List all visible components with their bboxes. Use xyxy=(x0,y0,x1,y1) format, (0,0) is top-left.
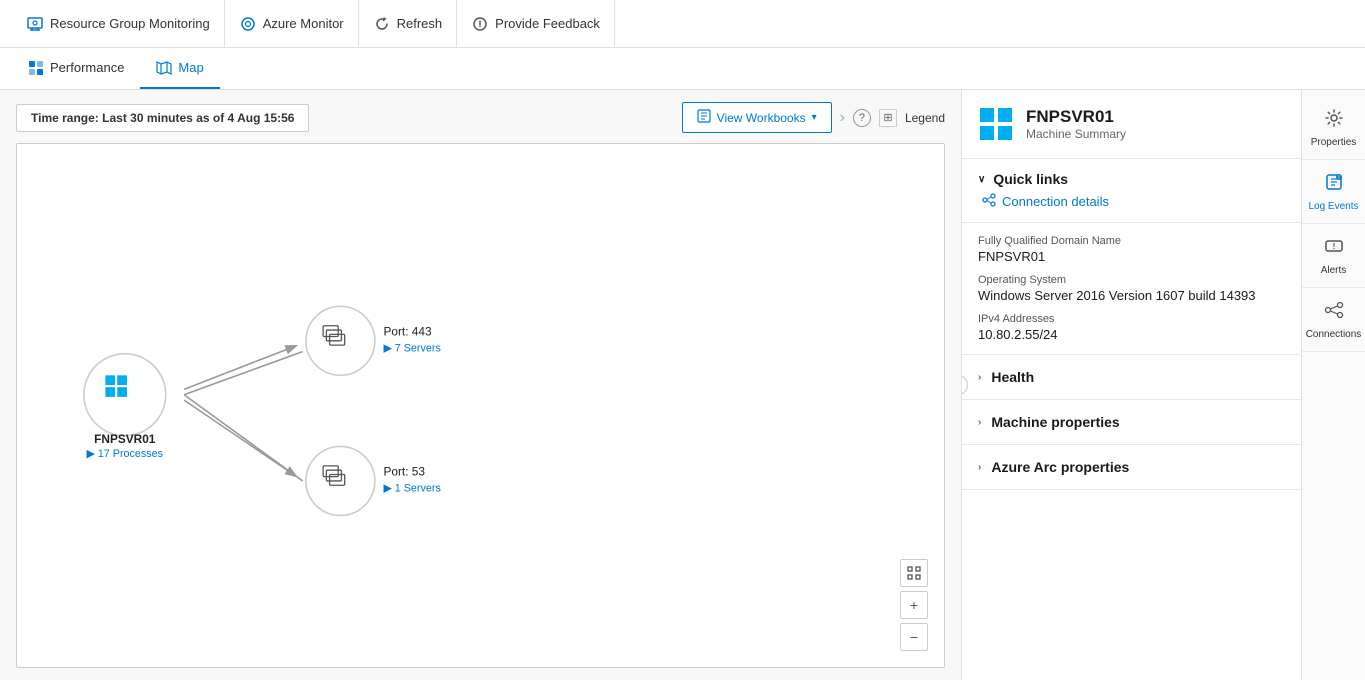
machine-info: FNPSVR01 Machine Summary xyxy=(1026,107,1126,141)
log-events-icon: ! xyxy=(1324,172,1344,197)
tab-map-label: Map xyxy=(178,60,203,75)
tab-performance-label: Performance xyxy=(50,60,124,75)
quick-links-chevron: ∨ xyxy=(978,174,985,185)
expand-icon[interactable]: ⊞ xyxy=(879,109,897,127)
zoom-out-button[interactable]: − xyxy=(900,623,928,651)
azure-arc-label: Azure Arc properties xyxy=(991,459,1129,475)
map-controls: + − xyxy=(900,559,928,651)
properties-label: Properties xyxy=(1311,137,1357,149)
tab-map[interactable]: Map xyxy=(140,48,219,89)
connections-action[interactable]: Connections xyxy=(1302,290,1365,352)
performance-icon xyxy=(28,60,44,76)
workbooks-dropdown-icon: ▾ xyxy=(812,112,817,123)
machine-name: FNPSVR01 xyxy=(1026,107,1126,127)
fqdn-label: Fully Qualified Domain Name xyxy=(978,235,1285,247)
time-range-prefix: Time range: xyxy=(31,111,99,125)
feedback-label: Provide Feedback xyxy=(495,16,600,31)
svg-text:FNPSVR01: FNPSVR01 xyxy=(94,432,156,446)
quick-links-header[interactable]: ∨ Quick links xyxy=(978,171,1285,187)
svg-text:▶ 17 Processes: ▶ 17 Processes xyxy=(87,448,164,460)
fit-map-button[interactable] xyxy=(900,559,928,587)
quick-links-section: ∨ Quick links Connection details xyxy=(962,159,1301,223)
ipv4-value: 10.80.2.55/24 xyxy=(978,327,1285,342)
log-events-action[interactable]: ! Log Events xyxy=(1302,162,1365,224)
connections-icon xyxy=(1324,300,1344,325)
connection-details-label: Connection details xyxy=(1002,194,1109,209)
machine-subtitle: Machine Summary xyxy=(1026,127,1126,141)
svg-text:▶ 7 Servers: ▶ 7 Servers xyxy=(383,343,440,355)
refresh-label: Refresh xyxy=(397,16,443,31)
main-content: Time range: Last 30 minutes as of 4 Aug … xyxy=(0,90,1365,680)
azure-monitor-btn[interactable]: Azure Monitor xyxy=(225,0,359,47)
resource-group-monitoring-btn[interactable]: Resource Group Monitoring xyxy=(12,0,225,47)
ipv4-label: IPv4 Addresses xyxy=(978,313,1285,325)
machine-properties-section-header[interactable]: › Machine properties xyxy=(962,400,1301,445)
alerts-icon: ! xyxy=(1324,236,1344,261)
properties-icon xyxy=(1324,108,1344,133)
time-range-button[interactable]: Time range: Last 30 minutes as of 4 Aug … xyxy=(16,104,309,132)
feedback-icon xyxy=(471,15,489,33)
health-section-header[interactable]: › Health xyxy=(962,355,1301,400)
azure-arc-chevron: › xyxy=(978,462,981,473)
machine-properties-label: Machine properties xyxy=(991,414,1119,430)
resource-group-label: Resource Group Monitoring xyxy=(50,16,210,31)
top-bar: Resource Group Monitoring Azure Monitor … xyxy=(0,0,1365,48)
log-events-label: Log Events xyxy=(1308,201,1358,213)
map-toolbar: Time range: Last 30 minutes as of 4 Aug … xyxy=(16,102,945,133)
view-workbooks-label: View Workbooks xyxy=(717,111,806,125)
svg-text:Port: 443: Port: 443 xyxy=(383,324,431,338)
time-range-value: Last 30 minutes as of 4 Aug 15:56 xyxy=(102,111,294,125)
azure-monitor-label: Azure Monitor xyxy=(263,16,344,31)
refresh-btn[interactable]: Refresh xyxy=(359,0,458,47)
help-circle-icon[interactable]: ? xyxy=(853,109,871,127)
map-canvas[interactable]: FNPSVR01 ▶ 17 Processes Port: 443 ▶ 7 Se… xyxy=(16,143,945,668)
connections-label: Connections xyxy=(1306,329,1362,341)
map-area: Time range: Last 30 minutes as of 4 Aug … xyxy=(0,90,961,680)
tabs-bar: Performance Map xyxy=(0,48,1365,90)
view-workbooks-button[interactable]: View Workbooks ▾ xyxy=(682,102,832,133)
zoom-in-button[interactable]: + xyxy=(900,591,928,619)
refresh-icon xyxy=(373,15,391,33)
windows-logo-icon xyxy=(978,106,1014,142)
alerts-label: Alerts xyxy=(1321,265,1347,277)
map-icon xyxy=(156,60,172,76)
health-label: Health xyxy=(991,369,1034,385)
machine-header: FNPSVR01 Machine Summary xyxy=(962,90,1301,159)
feedback-btn[interactable]: Provide Feedback xyxy=(457,0,615,47)
alerts-action[interactable]: ! Alerts xyxy=(1302,226,1365,288)
machine-info-section: Fully Qualified Domain Name FNPSVR01 Ope… xyxy=(962,223,1301,355)
resource-monitor-icon xyxy=(26,15,44,33)
machine-props-chevron: › xyxy=(978,417,981,428)
workbooks-icon xyxy=(697,109,711,126)
azure-arc-section-header[interactable]: › Azure Arc properties xyxy=(962,445,1301,490)
connection-details-link[interactable]: Connection details xyxy=(978,193,1285,210)
azure-monitor-icon xyxy=(239,15,257,33)
connection-icon xyxy=(982,193,996,210)
os-label: Operating System xyxy=(978,274,1285,286)
svg-text:!: ! xyxy=(1332,242,1335,251)
health-chevron: › xyxy=(978,372,981,383)
svg-text:Port: 53: Port: 53 xyxy=(383,465,425,479)
far-right-sidebar: Properties ! Log Events ! xyxy=(1301,90,1365,680)
right-panel: › FNPSVR01 Machine Summary ∨ Quick links xyxy=(961,90,1301,680)
tab-performance[interactable]: Performance xyxy=(12,48,140,89)
os-value: Windows Server 2016 Version 1607 build 1… xyxy=(978,288,1285,303)
legend-label: Legend xyxy=(905,111,945,125)
quick-links-title: Quick links xyxy=(993,171,1068,187)
properties-action[interactable]: Properties xyxy=(1302,98,1365,160)
fqdn-value: FNPSVR01 xyxy=(978,249,1285,264)
map-right-controls: View Workbooks ▾ › ? ⊞ Legend xyxy=(682,102,945,133)
svg-text:▶ 1 Servers: ▶ 1 Servers xyxy=(383,483,440,495)
